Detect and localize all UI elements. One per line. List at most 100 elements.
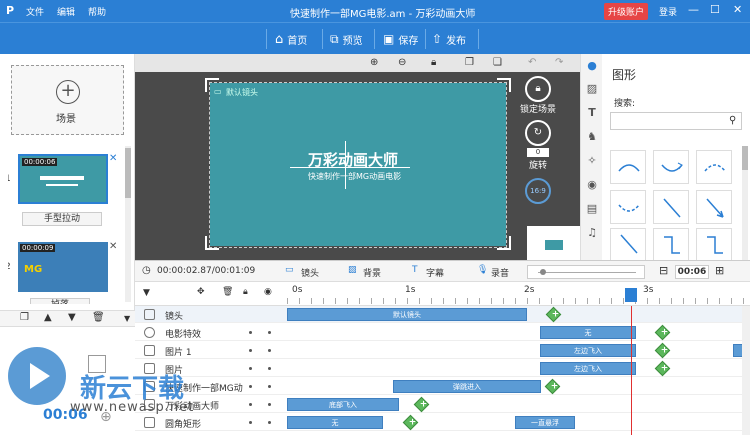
panel-scrollbar[interactable]	[742, 146, 748, 260]
lock-scene-icon[interactable]: 🔒︎	[525, 76, 551, 102]
move-down-icon[interactable]: ▼	[68, 312, 76, 323]
visibility-icon[interactable]: ◉	[264, 287, 272, 297]
track-text-2[interactable]: 万彩动画大师 底部飞入	[135, 396, 750, 413]
minimap[interactable]	[527, 226, 580, 260]
add-keyframe-icon[interactable]	[654, 360, 671, 377]
home-button[interactable]: ⌂ 首页	[275, 30, 307, 48]
track-bar[interactable]: 左边飞入	[540, 362, 636, 375]
shape-elbow-arrow[interactable]	[696, 228, 732, 262]
track-bar[interactable]: 弹跳进入	[393, 380, 541, 393]
text-icon[interactable]: T	[585, 106, 599, 120]
timeline-zoom-slider[interactable]	[527, 265, 645, 279]
login-button[interactable]: 登录	[659, 5, 677, 18]
preview-button[interactable]: ⧉ 预览	[330, 30, 363, 48]
search-input[interactable]: ⚲	[610, 112, 742, 130]
track-image[interactable]: 图片 左边飞入	[135, 360, 750, 377]
add-keyframe-icon[interactable]	[654, 342, 671, 359]
camera-label: 默认镜头	[226, 88, 258, 97]
maximize-icon[interactable]: ☐	[710, 3, 720, 16]
keyframe-icon[interactable]: ✥	[197, 287, 205, 297]
tab-record[interactable]: 录音	[491, 266, 509, 279]
scene-scrollbar[interactable]	[125, 146, 131, 302]
tab-subtitle[interactable]: 字幕	[426, 266, 444, 279]
character-icon[interactable]: ♞	[585, 130, 599, 144]
background-icon: ▨	[348, 265, 357, 275]
music-icon[interactable]: ♫	[585, 226, 599, 240]
filter-icon[interactable]: ▼	[143, 288, 150, 298]
scene-thumbnail-2[interactable]: 00:00:09 MG	[18, 242, 108, 292]
track-effect[interactable]: 电影特效 无	[135, 324, 750, 341]
track-bar[interactable]: 一直悬浮	[515, 416, 575, 429]
track-rounded-rect[interactable]: 圆角矩形 无 一直悬浮	[135, 414, 750, 431]
track-bar[interactable]: 底部飞入	[287, 398, 399, 411]
add-keyframe-icon[interactable]	[654, 324, 671, 341]
bubble-icon[interactable]: ◉	[585, 178, 599, 192]
menu-help[interactable]: 帮助	[88, 5, 106, 18]
shape-dashed-arc[interactable]	[696, 150, 732, 184]
tracks-scrollbar[interactable]	[742, 306, 750, 435]
track-text-1[interactable]: 快速制作一部MG动 弹跳进入	[135, 378, 750, 395]
rotate-value[interactable]: 0	[527, 148, 549, 157]
zoom-out-icon[interactable]: ⊖	[398, 57, 406, 68]
shape-arc-arrow[interactable]	[653, 150, 689, 184]
paste-icon[interactable]: ❏	[493, 57, 502, 68]
collapse-icon[interactable]: ⊟	[659, 264, 668, 277]
upgrade-button[interactable]: 升级账户	[604, 3, 649, 20]
track-bar[interactable]: 无	[540, 326, 636, 339]
rotate-icon[interactable]: ↻	[525, 120, 551, 146]
close-icon[interactable]: ✕	[733, 3, 742, 16]
stage-title[interactable]: 万彩动画大师	[308, 149, 398, 170]
shape-dashed-curve[interactable]	[610, 190, 646, 224]
shape-elbow[interactable]	[653, 228, 689, 262]
lock-track-icon[interactable]: 🔒︎	[243, 287, 248, 297]
add-keyframe-icon[interactable]	[544, 378, 561, 395]
delete-scene-icon[interactable]: ✕	[109, 153, 117, 164]
playhead-handle[interactable]	[625, 288, 637, 302]
add-keyframe-icon[interactable]	[402, 414, 419, 431]
media-icon[interactable]: ▤	[585, 202, 599, 216]
copy-icon[interactable]: ❐	[465, 57, 474, 68]
menu-edit[interactable]: 编辑	[57, 5, 75, 18]
scene-thumbnail-1[interactable]: 00:00:06	[18, 154, 108, 204]
publish-button[interactable]: ⇧ 发布	[432, 30, 466, 48]
delete-scene-icon[interactable]: ✕	[109, 241, 117, 252]
track-bar[interactable]: 左边飞入	[540, 344, 636, 357]
shape-icon[interactable]: ●	[585, 59, 599, 73]
aspect-ratio-button[interactable]: 16:9	[525, 178, 551, 204]
track-camera[interactable]: 镜头 默认镜头	[135, 306, 750, 323]
shape-arrow[interactable]	[696, 190, 732, 224]
menu-file[interactable]: 文件	[26, 5, 44, 18]
delete-icon[interactable]: 🗑︎	[222, 287, 233, 297]
duration-field[interactable]: 00:06	[675, 265, 709, 279]
track-image-1[interactable]: 图片 1 左边飞入	[135, 342, 750, 359]
copy-scene-icon[interactable]: ❐	[20, 312, 29, 323]
lock-icon[interactable]: 🔒︎	[431, 57, 436, 68]
tab-background[interactable]: 背景	[363, 266, 381, 279]
scene-stage[interactable]: ▭ 默认镜头 万彩动画大师 快速制作一部MG动画电影	[210, 83, 506, 246]
scene-transition[interactable]: 掉落	[30, 298, 90, 304]
search-icon[interactable]: ⚲	[729, 115, 736, 126]
stage-subtitle[interactable]: 快速制作一部MG动画电影	[308, 171, 401, 182]
undo-icon[interactable]: ↶	[528, 57, 536, 68]
add-keyframe-icon[interactable]	[545, 306, 562, 323]
tab-camera[interactable]: 镜头	[301, 266, 319, 279]
play-button[interactable]	[8, 347, 66, 405]
delete-scene-icon[interactable]: 🗑︎	[92, 312, 105, 323]
add-scene-button[interactable]: + 场景	[11, 65, 124, 135]
scene-transition[interactable]: 手型拉动	[22, 212, 102, 226]
effects-icon[interactable]: ✧	[585, 154, 599, 168]
shape-arc[interactable]	[610, 150, 646, 184]
zoom-in-icon[interactable]: ⊕	[370, 57, 378, 68]
redo-icon[interactable]: ↷	[555, 57, 563, 68]
track-bar[interactable]: 默认镜头	[287, 308, 527, 321]
add-keyframe-icon[interactable]	[413, 396, 430, 413]
shape-line[interactable]	[653, 190, 689, 224]
track-bar[interactable]: 无	[287, 416, 383, 429]
minimize-icon[interactable]: —	[688, 3, 699, 16]
expand-icon[interactable]: ⊞	[715, 264, 724, 277]
move-up-icon[interactable]: ▲	[44, 312, 52, 323]
chevron-down-icon[interactable]: ▼	[124, 314, 130, 323]
image-icon[interactable]: ▨	[585, 82, 599, 96]
shape-double-arrow[interactable]	[610, 228, 646, 262]
save-button[interactable]: ▣ 保存	[383, 30, 418, 48]
